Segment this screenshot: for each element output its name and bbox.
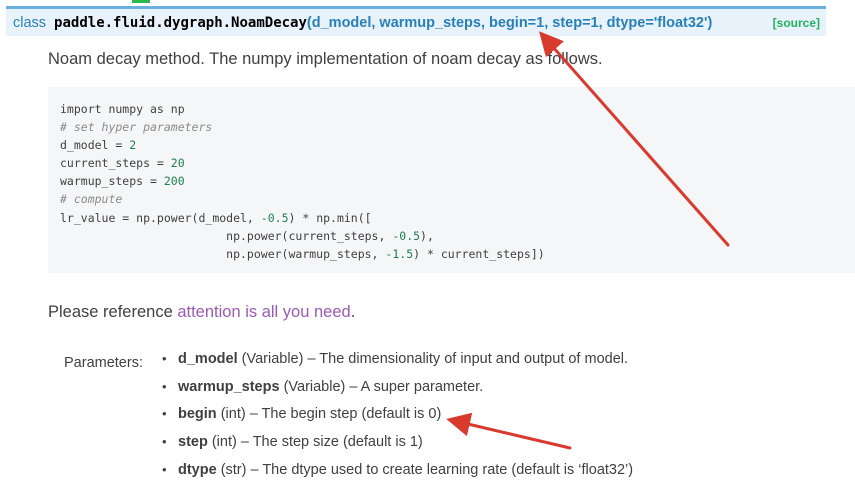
parameter-item: • d_model (Variable) – The dimensionality… (162, 348, 633, 376)
parameter-name: step (178, 434, 208, 451)
parameter-desc: (Variable) – The dimensionality of input… (237, 351, 629, 367)
source-link[interactable]: [source] (773, 16, 820, 30)
reference-suffix: . (350, 303, 356, 321)
parameter-item: • dtype (str) – The dtype used to create … (162, 459, 633, 487)
reference-prefix: Please reference (48, 303, 178, 321)
parameter-item: • begin (int) – The begin step (default i… (162, 403, 633, 431)
parameter-name: warmup_steps (178, 378, 280, 395)
code-line: lr_value = np.power(d_model, -0.5) * np.… (60, 210, 372, 225)
bullet-icon: • (162, 461, 167, 477)
bullet-icon: • (162, 434, 167, 450)
code-line: import numpy as np (60, 102, 185, 116)
parameter-desc: (int) – The begin step (default is 0) (216, 406, 442, 423)
code-comment: # set hyper parameters (60, 120, 213, 135)
class-params: (d_model, warmup_steps, begin=1, step=1,… (306, 14, 713, 31)
parameter-desc: (str) – The dtype used to create learnin… (216, 461, 634, 478)
bullet-icon: • (162, 351, 167, 366)
code-line: warmup_steps = 200 (60, 174, 185, 189)
code-comment: # compute (60, 192, 123, 207)
bullet-icon: • (162, 406, 167, 422)
class-signature: class paddle.fluid.dygraph.NoamDecay (d_… (6, 6, 826, 36)
code-line: d_model = 2 (60, 138, 137, 153)
reference-paragraph: Please reference attention is all you ne… (48, 303, 355, 322)
parameter-item: • step (int) – The step size (default is … (162, 431, 633, 459)
code-line: current_steps = 20 (60, 156, 185, 171)
parameter-name: d_model (178, 351, 238, 367)
top-accent-bar (132, 0, 150, 3)
parameter-desc: (int) – The step size (default is 1) (207, 434, 423, 451)
reference-link[interactable]: attention is all you need (177, 303, 350, 321)
parameter-item: • warmup_steps (Variable) – A super param… (162, 376, 633, 404)
code-line: np.power(warmup_steps, -1.5) * current_s… (60, 246, 545, 261)
class-description: Noam decay method. The numpy implementat… (48, 50, 603, 68)
parameter-name: dtype (178, 461, 217, 478)
class-keyword: class (13, 14, 47, 31)
parameters-label: Parameters: (64, 355, 143, 371)
parameter-desc: (Variable) – A super parameter. (279, 378, 484, 395)
code-block: import numpy as np # set hyper parameter… (48, 87, 855, 273)
class-name: paddle.fluid.dygraph.NoamDecay (54, 14, 307, 31)
bullet-icon: • (162, 378, 167, 394)
parameter-list: • d_model (Variable) – The dimensionality… (162, 348, 633, 486)
code-line: np.power(current_steps, -0.5), (60, 228, 434, 243)
parameter-name: begin (178, 406, 217, 423)
